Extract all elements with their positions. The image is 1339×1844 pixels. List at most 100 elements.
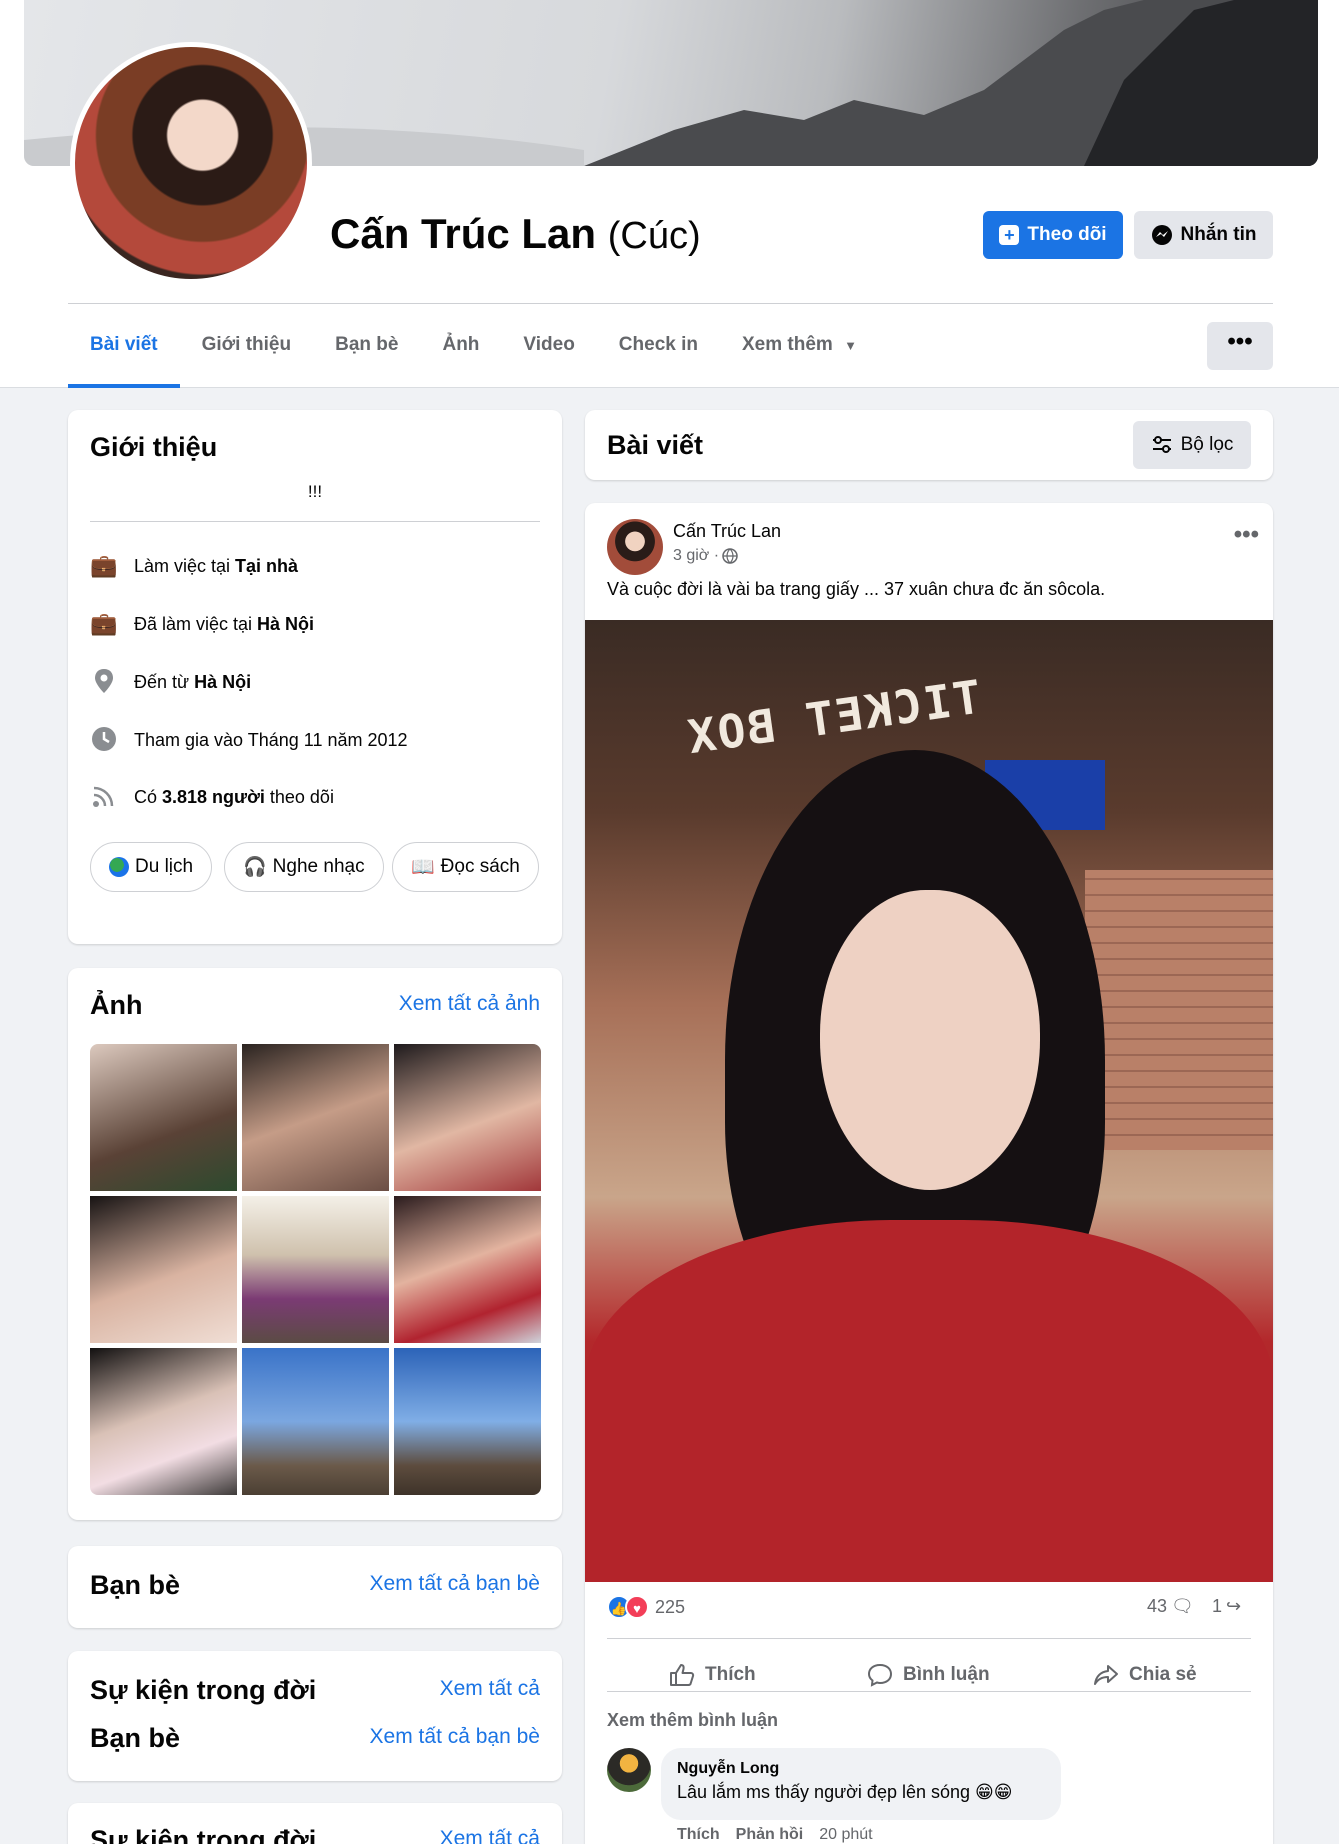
like-button[interactable]: Thích (669, 1663, 756, 1687)
photo-shirt (585, 1220, 1273, 1582)
intro-row-text: Tham gia vào Tháng 11 năm 2012 (134, 729, 408, 750)
location-pin-icon (90, 668, 118, 696)
see-all-friends-link-2[interactable]: Xem tất cả bạn bè (370, 1725, 540, 1749)
profile-more-button[interactable]: ••• (1207, 322, 1273, 370)
photo-thumb[interactable] (394, 1348, 541, 1495)
hobby-music[interactable]: 🎧 Nghe nhạc (224, 842, 384, 892)
love-reaction-icon: ♥ (625, 1595, 649, 1619)
life-events-card-2: Sự kiện trong đời Xem tất cả (68, 1803, 562, 1844)
friends-title: Bạn bè (90, 1570, 181, 1600)
post-time[interactable]: 3 giờ · (673, 547, 719, 565)
photo-thumb[interactable] (90, 1196, 237, 1343)
comment-button[interactable]: Bình luận (867, 1663, 990, 1687)
share-arrow-icon: ↪ (1226, 1596, 1242, 1616)
post-options-icon[interactable]: ••• (1234, 521, 1259, 549)
post-author[interactable]: Cấn Trúc Lan (673, 521, 781, 542)
life-events-card: Sự kiện trong đời Xem tất cả Bạn bè Xem … (68, 1651, 562, 1781)
friends-card: Bạn bè Xem tất cả bạn bè (68, 1546, 562, 1628)
briefcase-icon: 💼 (90, 611, 118, 636)
headphones-icon: 🎧 (243, 857, 267, 878)
tab-about[interactable]: Giới thiệu (180, 322, 314, 388)
intro-row-prefix: Làm việc tại (134, 555, 236, 576)
reactions-summary[interactable]: 👍 ♥ 225 (607, 1595, 685, 1619)
rss-icon (90, 783, 118, 811)
follow-plus-icon: + (999, 225, 1020, 245)
see-all-photos-link[interactable]: Xem tất cả ảnh (399, 992, 540, 1016)
share-icon (1094, 1665, 1118, 1685)
photo-thumb[interactable] (242, 1196, 389, 1343)
see-all-friends-link[interactable]: Xem tất cả bạn bè (370, 1572, 540, 1596)
globe-icon (722, 548, 738, 564)
intro-bio: !!! (307, 482, 323, 501)
intro-row-prefix: Có (134, 786, 163, 807)
photos-title: Ảnh (90, 990, 143, 1020)
friends-title-2: Bạn bè (90, 1723, 181, 1753)
comment-actions: Thích Phản hồi 20 phút (677, 1826, 873, 1844)
commenter-avatar[interactable] (607, 1748, 651, 1792)
photo-thumb[interactable] (90, 1348, 237, 1495)
tab-more-label: Xem thêm (742, 334, 833, 355)
post-photo[interactable]: TICKET BOX (585, 620, 1273, 1582)
tab-checkins[interactable]: Check in (597, 322, 720, 388)
message-button[interactable]: Nhắn tin (1134, 211, 1273, 259)
comment-time[interactable]: 20 phút (819, 1826, 872, 1844)
profile-tabs: Bài viết Giới thiệu Bạn bè Ảnh Video Che… (68, 322, 879, 388)
intro-row-bold[interactable]: 3.818 người (162, 787, 265, 807)
photo-thumb[interactable] (394, 1196, 541, 1343)
post-meta: 3 giờ · (673, 547, 738, 565)
comment-label: Bình luận (903, 1664, 990, 1685)
intro-row-bold[interactable]: Tại nhà (235, 556, 298, 576)
intro-row-prefix: Đến từ (134, 671, 195, 692)
comment-bubble-icon: 🗨 (1171, 1596, 1194, 1616)
clock-icon (90, 726, 118, 754)
commenter-name[interactable]: Nguyễn Long (677, 1760, 1045, 1778)
intro-row-suffix: theo dõi (264, 786, 334, 807)
actions-divider (607, 1691, 1251, 1692)
ticket-box-sign: TICKET BOX (682, 669, 985, 765)
photo-thumb[interactable] (90, 1044, 237, 1191)
tab-friends[interactable]: Bạn bè (313, 322, 420, 388)
intro-followers: Có 3.818 người theo dõi (90, 783, 334, 811)
briefcase-icon: 💼 (90, 553, 118, 578)
comments-count-value: 43 (1147, 1596, 1168, 1616)
intro-row-bold[interactable]: Hà Nội (194, 672, 251, 692)
reactions-count: 225 (655, 1596, 686, 1617)
comment-bubble: Nguyễn Long Lâu lắm ms thấy người đẹp lê… (661, 1748, 1061, 1820)
caret-down-icon: ▼ (844, 338, 857, 353)
header-divider (68, 303, 1273, 304)
tab-photos[interactable]: Ảnh (420, 322, 501, 388)
shares-count[interactable]: 1 ↪ (1212, 1596, 1241, 1617)
photo-thumb[interactable] (242, 1348, 389, 1495)
filter-button[interactable]: Bộ lọc (1133, 421, 1251, 469)
intro-row-text: Đã làm việc tại Hà Nội (134, 614, 314, 635)
photo-thumb[interactable] (242, 1044, 389, 1191)
follow-button[interactable]: + Theo dõi (983, 211, 1123, 259)
photo-brick-wall (1085, 870, 1273, 1150)
like-label: Thích (705, 1664, 756, 1685)
comment-reply-link[interactable]: Phản hồi (736, 1826, 804, 1844)
tab-posts[interactable]: Bài viết (68, 322, 180, 388)
comment-like-link[interactable]: Thích (677, 1826, 720, 1844)
tab-more[interactable]: Xem thêm ▼ (720, 322, 879, 388)
life-events-title: Sự kiện trong đời (90, 1675, 317, 1705)
profile-avatar[interactable] (70, 42, 312, 284)
comments-count[interactable]: 43 🗨 (1147, 1596, 1194, 1617)
share-button[interactable]: Chia sẻ (1093, 1663, 1197, 1687)
tab-videos[interactable]: Video (501, 322, 596, 388)
hobby-travel[interactable]: Du lịch (90, 842, 213, 892)
hobby-reading[interactable]: 📖 Đọc sách (392, 842, 539, 892)
intro-work-past: 💼 Đã làm việc tại Hà Nội (90, 610, 314, 638)
intro-row-prefix: Đã làm việc tại (134, 613, 258, 634)
post-author-avatar[interactable] (607, 519, 663, 575)
intro-row-text: Đến từ Hà Nội (134, 672, 251, 693)
view-more-comments-link[interactable]: Xem thêm bình luận (607, 1710, 778, 1731)
see-all-life-events-link[interactable]: Xem tất cả (440, 1677, 540, 1701)
intro-row-bold[interactable]: Hà Nội (257, 614, 314, 634)
see-all-life-events-link-2[interactable]: Xem tất cả (440, 1827, 540, 1844)
photo-thumb[interactable] (394, 1044, 541, 1191)
profile-name: Cấn Trúc Lan (Cúc) (330, 210, 701, 258)
follow-button-label: Theo dõi (1027, 224, 1107, 245)
post-text: Và cuộc đời là vài ba trang giấy ... 37 … (607, 579, 1106, 599)
intro-row-text: Làm việc tại Tại nhà (134, 556, 298, 577)
globe-icon (109, 857, 129, 877)
